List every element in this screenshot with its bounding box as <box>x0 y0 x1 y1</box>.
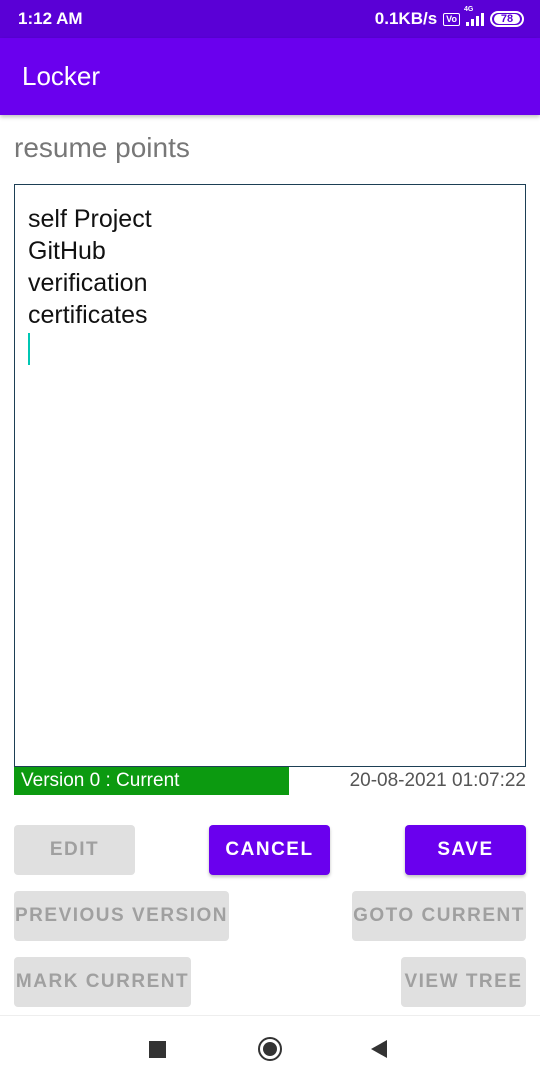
edit-button[interactable]: EDIT <box>14 825 135 875</box>
view-tree-button[interactable]: VIEW TREE <box>401 957 526 1007</box>
status-indicators: 0.1KB/s Vo 4G 78 <box>374 6 524 29</box>
note-line: verification <box>28 269 148 297</box>
status-bar: 1:12 AM 0.1KB/s Vo 4G 78 <box>0 0 540 38</box>
square-icon[interactable] <box>149 1041 166 1058</box>
battery-level: 78 <box>494 14 520 25</box>
note-editor[interactable]: self Project GitHub verification certifi… <box>14 184 526 767</box>
volte-icon: Vo <box>443 12 460 26</box>
note-line: GitHub <box>28 237 106 265</box>
previous-version-button[interactable]: PREVIOUS VERSION <box>14 891 229 941</box>
signal-icon: 4G <box>464 6 484 26</box>
version-label: Version 0 : Current <box>21 770 180 791</box>
save-button[interactable]: SAVE <box>405 825 526 875</box>
circle-icon[interactable] <box>258 1037 282 1061</box>
note-title: resume points <box>14 132 190 163</box>
mark-current-button[interactable]: MARK CURRENT <box>14 957 191 1007</box>
note-line: self Project <box>28 205 152 233</box>
status-time: 1:12 AM <box>18 9 83 28</box>
triangle-back-icon[interactable] <box>371 1040 387 1058</box>
version-timestamp: 20-08-2021 01:07:22 <box>349 770 526 791</box>
version-badge: Version 0 : Current <box>14 767 289 795</box>
battery-icon: 78 <box>490 11 524 27</box>
text-cursor <box>28 333 30 365</box>
goto-current-button[interactable]: GOTO CURRENT <box>352 891 526 941</box>
note-line: certificates <box>28 301 148 329</box>
app-bar: Locker <box>0 38 540 115</box>
app-title: Locker <box>22 61 101 91</box>
navigation-bar <box>0 1015 540 1080</box>
cancel-button[interactable]: CANCEL <box>209 825 330 875</box>
network-type: 4G <box>464 6 474 13</box>
network-speed: 0.1KB/s <box>374 9 438 28</box>
